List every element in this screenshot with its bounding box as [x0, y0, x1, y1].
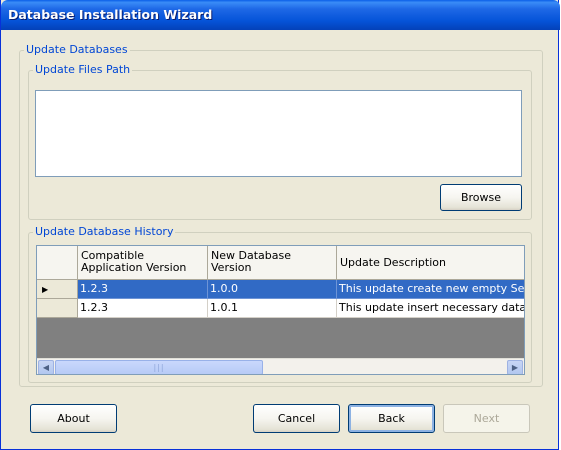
about-button[interactable]: About [30, 404, 117, 433]
cell-new-version[interactable]: 1.0.1 [208, 299, 337, 318]
cell-description[interactable]: This update insert necessary data into S [337, 299, 524, 318]
scroll-grip-icon: ||| [153, 363, 165, 372]
cell-new-version[interactable]: 1.0.0 [208, 280, 337, 299]
column-header-update-description[interactable]: Update Description [337, 246, 524, 280]
scroll-left-icon: ◀ [42, 363, 50, 372]
update-history-grid[interactable]: Compatible Application Version New Datab… [36, 245, 525, 375]
wizard-window: Database Installation Wizard Update Data… [0, 0, 560, 450]
scroll-thumb[interactable]: ||| [55, 360, 263, 374]
cancel-button[interactable]: Cancel [253, 404, 340, 433]
back-button[interactable]: Back [348, 404, 435, 433]
update-files-path-textbox[interactable] [35, 90, 522, 177]
row-header[interactable]: ▶ [37, 280, 78, 299]
column-header-compatible-version[interactable]: Compatible Application Version [78, 246, 208, 280]
next-button[interactable]: Next [443, 404, 530, 433]
update-files-path-legend: Update Files Path [35, 63, 131, 76]
update-databases-legend: Update Databases [26, 43, 128, 56]
cell-compatible-version[interactable]: 1.2.3 [78, 299, 208, 318]
row-pointer-icon: ▶ [42, 284, 49, 294]
horizontal-scrollbar[interactable]: ◀ ||| ▶ [37, 358, 524, 374]
window-title: Database Installation Wizard [8, 7, 213, 22]
title-bar[interactable]: Database Installation Wizard [1, 0, 560, 30]
browse-button[interactable]: Browse [440, 184, 522, 211]
cell-description[interactable]: This update create new empty Security [337, 280, 524, 299]
column-header-new-database-version[interactable]: New Database Version [208, 246, 337, 280]
cell-compatible-version[interactable]: 1.2.3 [78, 280, 208, 299]
scroll-left-button[interactable]: ◀ [38, 360, 54, 374]
scroll-right-button[interactable]: ▶ [507, 360, 523, 374]
scroll-right-icon: ▶ [511, 363, 519, 372]
grid-corner-header [37, 246, 78, 280]
row-header[interactable] [37, 299, 78, 318]
update-history-legend: Update Database History [35, 225, 174, 238]
